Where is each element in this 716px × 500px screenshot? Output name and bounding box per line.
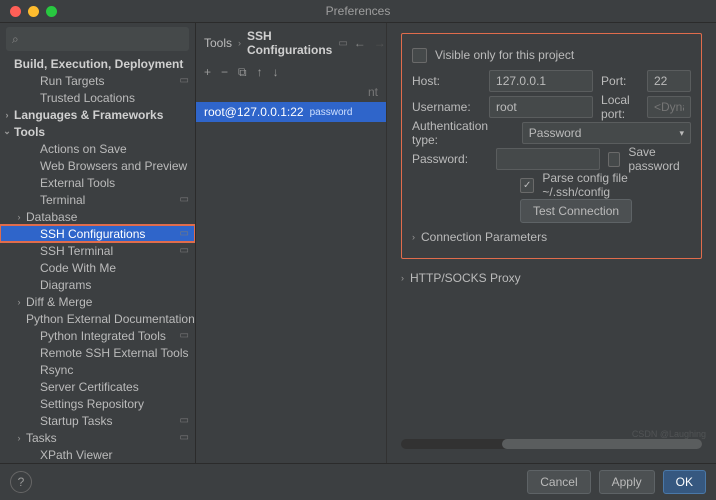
- save-password-label: Save password: [628, 145, 691, 173]
- config-panel: Visible only for this project Host: Port…: [401, 33, 702, 259]
- move-up-button[interactable]: ↑: [257, 65, 263, 80]
- breadcrumb: Tools › SSH Configurations ▭ ← →: [196, 23, 386, 63]
- help-button[interactable]: ?: [10, 471, 32, 493]
- remove-button[interactable]: −: [221, 65, 228, 80]
- sidebar-item[interactable]: Run Targets▭: [0, 72, 195, 89]
- sidebar-item[interactable]: ›Tasks▭: [0, 429, 195, 446]
- chevron-down-icon: ▾: [679, 128, 684, 139]
- sidebar-item[interactable]: Remote SSH External Tools: [0, 344, 195, 361]
- host-input[interactable]: [489, 70, 593, 92]
- chevron-right-icon: ›: [238, 38, 241, 48]
- list-item-selected[interactable]: root@127.0.0.1:22 password: [196, 102, 386, 122]
- sidebar-item[interactable]: Python External Documentation: [0, 310, 195, 327]
- port-label: Port:: [601, 74, 639, 88]
- settings-tree[interactable]: Build, Execution, DeploymentRun Targets▭…: [0, 55, 195, 479]
- project-level-icon: ▭: [338, 38, 347, 49]
- save-password-checkbox[interactable]: [608, 152, 620, 167]
- ok-button[interactable]: OK: [663, 470, 706, 494]
- window-title: Preferences: [0, 4, 716, 18]
- sidebar-item[interactable]: Server Certificates: [0, 378, 195, 395]
- local-port-input[interactable]: [647, 96, 691, 118]
- horizontal-scrollbar[interactable]: [401, 439, 702, 449]
- sidebar-item[interactable]: Code With Me: [0, 259, 195, 276]
- sidebar-item[interactable]: ⌄Tools: [0, 123, 195, 140]
- apply-button[interactable]: Apply: [599, 470, 655, 494]
- sidebar-item[interactable]: Startup Tasks▭: [0, 412, 195, 429]
- local-port-label: Local port:: [601, 93, 639, 121]
- gear-icon: ▭: [180, 194, 189, 205]
- search-input[interactable]: ⌕: [6, 27, 189, 51]
- forward-icon[interactable]: →: [374, 36, 386, 50]
- sidebar-item[interactable]: XPath Viewer: [0, 446, 195, 463]
- password-label: Password:: [412, 152, 488, 166]
- sidebar-item[interactable]: SSH Terminal▭: [0, 242, 195, 259]
- add-button[interactable]: +: [204, 65, 211, 80]
- sidebar-item[interactable]: Python Integrated Tools▭: [0, 327, 195, 344]
- username-input[interactable]: [489, 96, 593, 118]
- list-item[interactable]: nt: [196, 82, 386, 102]
- gear-icon: ▭: [180, 432, 189, 443]
- username-label: Username:: [412, 100, 481, 114]
- move-down-button[interactable]: ↓: [273, 65, 279, 80]
- proxy-expander[interactable]: › HTTP/SOCKS Proxy: [401, 265, 702, 291]
- sidebar-item[interactable]: Trusted Locations: [0, 89, 195, 106]
- gear-icon: ▭: [180, 228, 189, 239]
- sidebar-item[interactable]: Rsync: [0, 361, 195, 378]
- search-icon: ⌕: [12, 32, 19, 47]
- gear-icon: ▭: [180, 415, 189, 426]
- sidebar-item[interactable]: Diagrams: [0, 276, 195, 293]
- host-label: Host:: [412, 74, 481, 88]
- back-icon[interactable]: ←: [354, 36, 366, 50]
- sidebar-item[interactable]: Terminal▭: [0, 191, 195, 208]
- chevron-right-icon: ›: [401, 273, 404, 283]
- sidebar-item[interactable]: SSH Configurations▭: [0, 225, 195, 242]
- config-list[interactable]: nt root@127.0.0.1:22 password: [196, 82, 386, 479]
- visible-only-label: Visible only for this project: [435, 48, 574, 62]
- parse-config-label: Parse config file ~/.ssh/config: [542, 171, 691, 199]
- sidebar-item[interactable]: ›Database: [0, 208, 195, 225]
- sidebar-item[interactable]: ›Languages & Frameworks: [0, 106, 195, 123]
- cancel-button[interactable]: Cancel: [527, 470, 590, 494]
- auth-type-select[interactable]: Password▾: [522, 122, 691, 144]
- parse-config-checkbox[interactable]: [520, 178, 534, 193]
- sidebar-item[interactable]: Actions on Save: [0, 140, 195, 157]
- sidebar-item[interactable]: External Tools: [0, 174, 195, 191]
- gear-icon: ▭: [180, 75, 189, 86]
- visible-only-checkbox[interactable]: [412, 48, 427, 63]
- port-input[interactable]: [647, 70, 691, 92]
- password-input[interactable]: [496, 148, 600, 170]
- auth-type-label: Authentication type:: [412, 119, 514, 147]
- gear-icon: ▭: [180, 245, 189, 256]
- copy-button[interactable]: ⧉: [238, 65, 247, 80]
- chevron-right-icon: ›: [412, 232, 415, 242]
- sidebar-item[interactable]: Web Browsers and Preview: [0, 157, 195, 174]
- watermark: CSDN @Laughing: [632, 429, 706, 439]
- connection-parameters-expander[interactable]: › Connection Parameters: [412, 224, 691, 250]
- test-connection-button[interactable]: Test Connection: [520, 199, 632, 223]
- gear-icon: ▭: [180, 330, 189, 341]
- sidebar-item[interactable]: Settings Repository: [0, 395, 195, 412]
- sidebar-item[interactable]: Build, Execution, Deployment: [0, 55, 195, 72]
- sidebar-item[interactable]: ›Diff & Merge: [0, 293, 195, 310]
